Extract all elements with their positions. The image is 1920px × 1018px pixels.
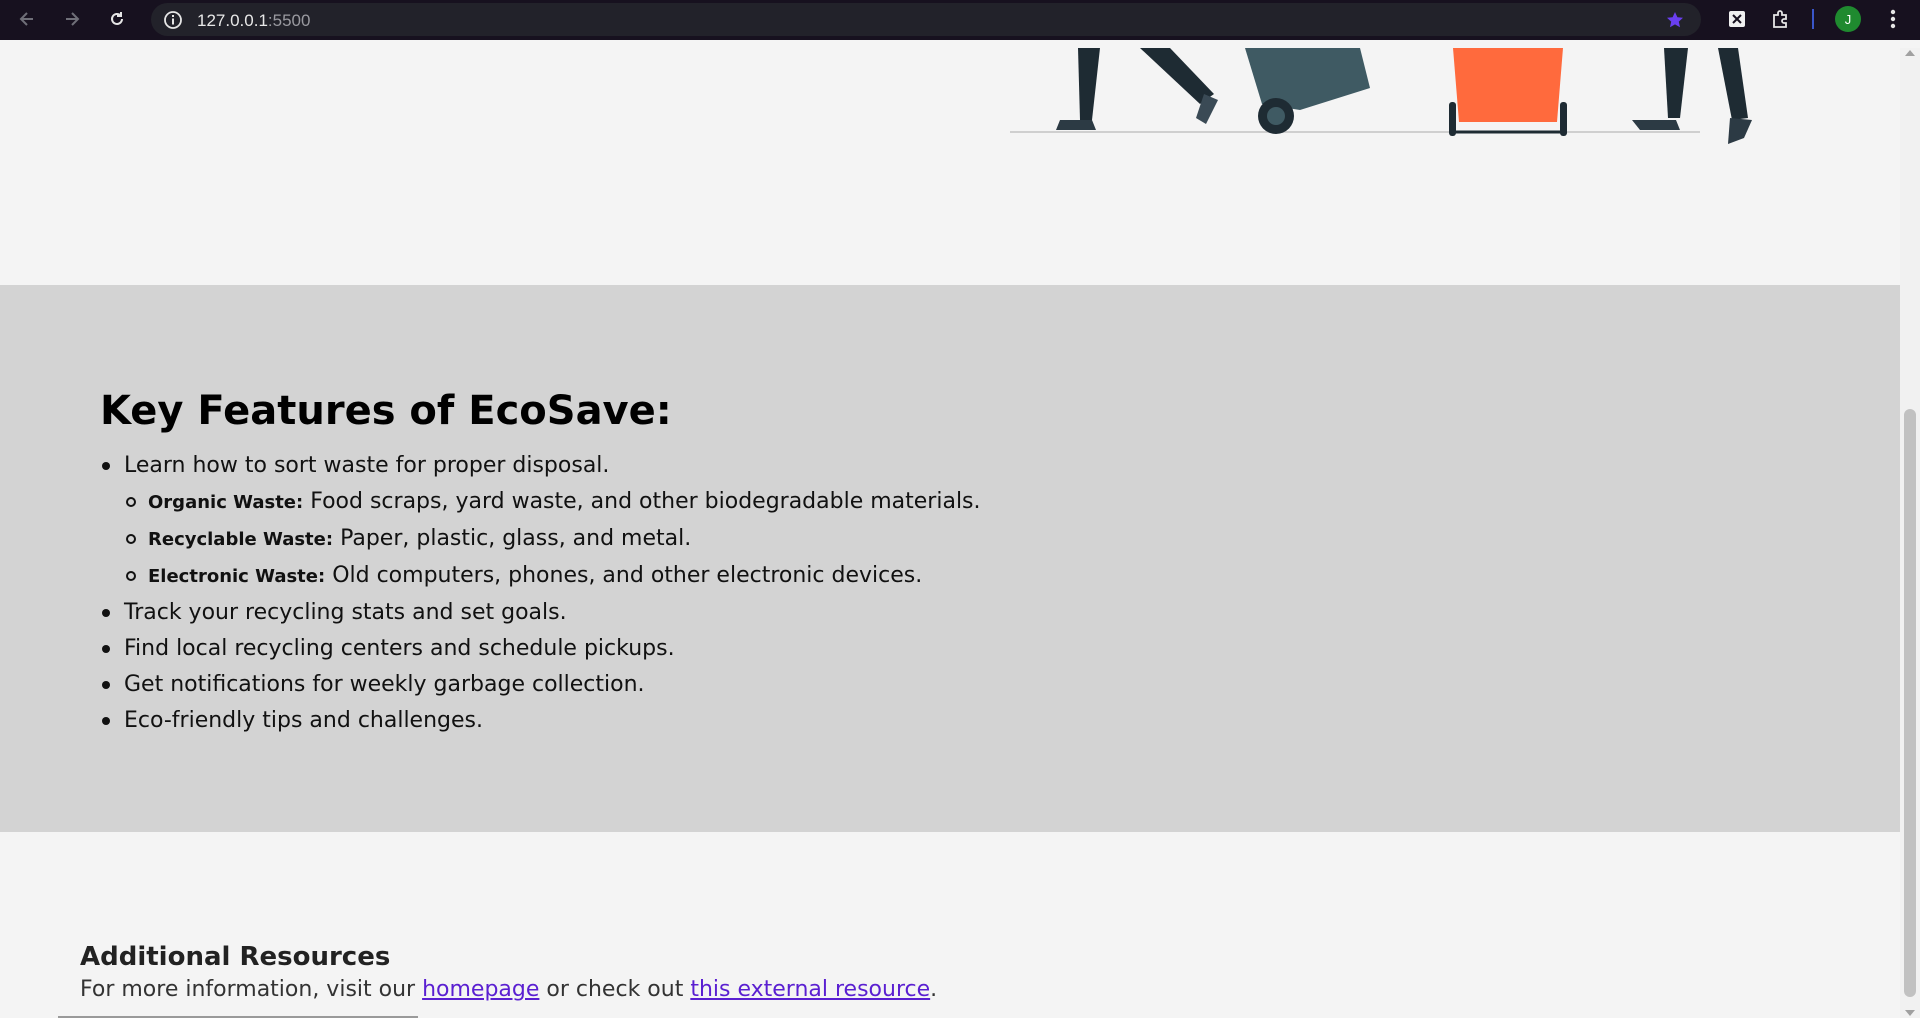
resources-paragraph: For more information, visit our homepage… bbox=[80, 974, 1580, 1006]
sub-item-label: Electronic Waste: bbox=[148, 566, 326, 587]
sub-item-text: Old computers, phones, and other electro… bbox=[332, 563, 923, 588]
scrollbar-thumb[interactable] bbox=[1904, 409, 1916, 997]
toolbar-divider bbox=[1812, 9, 1814, 29]
people-with-bins-illustration bbox=[1010, 48, 1752, 144]
feature-item-text: Eco-friendly tips and challenges. bbox=[124, 708, 483, 733]
list-item: Recyclable Waste: Paper, plastic, glass,… bbox=[124, 521, 1100, 558]
extensions-puzzle-icon[interactable] bbox=[1768, 6, 1794, 32]
feature-item-text: Learn how to sort waste for proper dispo… bbox=[124, 453, 610, 478]
reload-icon[interactable] bbox=[104, 6, 130, 32]
list-item: Electronic Waste: Old computers, phones,… bbox=[124, 558, 1100, 595]
features-title: Key Features of EcoSave: bbox=[100, 388, 672, 434]
features-list: Learn how to sort waste for proper dispo… bbox=[100, 448, 1100, 739]
forward-arrow-icon[interactable] bbox=[59, 6, 85, 32]
resources-text-before: For more information, visit our bbox=[80, 977, 423, 1002]
resources-text-after: . bbox=[930, 977, 938, 1002]
list-item: Find local recycling centers and schedul… bbox=[100, 631, 1100, 667]
site-info-icon[interactable] bbox=[163, 10, 183, 34]
resources-title: Additional Resources bbox=[80, 942, 391, 972]
profile-avatar[interactable]: J bbox=[1835, 6, 1861, 32]
browser-toolbar: 127.0.0.1:5500 J bbox=[0, 0, 1920, 40]
menu-kebab-icon[interactable] bbox=[1880, 6, 1906, 32]
url-host: 127.0.0.1 bbox=[197, 11, 268, 30]
list-item: Learn how to sort waste for proper dispo… bbox=[100, 448, 1100, 595]
address-bar[interactable]: 127.0.0.1:5500 bbox=[151, 3, 1701, 36]
scroll-down-arrow-icon[interactable] bbox=[1905, 1010, 1915, 1016]
url-text: 127.0.0.1:5500 bbox=[197, 11, 310, 31]
feature-item-text: Find local recycling centers and schedul… bbox=[124, 636, 675, 661]
page-content: Key Features of EcoSave: Learn how to so… bbox=[0, 48, 1900, 1018]
url-port: :5500 bbox=[267, 11, 311, 30]
list-item: Organic Waste: Food scraps, yard waste, … bbox=[124, 484, 1100, 521]
sub-item-text: Food scraps, yard waste, and other biode… bbox=[310, 489, 981, 514]
sub-item-label: Recyclable Waste: bbox=[148, 529, 334, 550]
list-item: Track your recycling stats and set goals… bbox=[100, 595, 1100, 631]
additional-resources-section: Additional Resources For more informatio… bbox=[80, 940, 1580, 1006]
extension-x-icon[interactable] bbox=[1724, 6, 1750, 32]
scroll-up-arrow-icon[interactable] bbox=[1905, 50, 1915, 56]
external-resource-link[interactable]: this external resource bbox=[690, 977, 930, 1002]
list-item: Eco-friendly tips and challenges. bbox=[100, 703, 1100, 739]
bookmark-star-icon[interactable] bbox=[1665, 10, 1685, 34]
sub-item-text: Paper, plastic, glass, and metal. bbox=[340, 526, 692, 551]
homepage-link[interactable]: homepage bbox=[422, 977, 539, 1002]
sub-item-label: Organic Waste: bbox=[148, 492, 304, 513]
feature-item-text: Get notifications for weekly garbage col… bbox=[124, 672, 645, 697]
list-item: Get notifications for weekly garbage col… bbox=[100, 667, 1100, 703]
back-arrow-icon[interactable] bbox=[14, 6, 40, 32]
resources-text-middle: or check out bbox=[539, 977, 691, 1002]
vertical-scrollbar[interactable] bbox=[1900, 48, 1920, 1018]
feature-item-text: Track your recycling stats and set goals… bbox=[124, 600, 567, 625]
waste-types-list: Organic Waste: Food scraps, yard waste, … bbox=[124, 484, 1100, 595]
